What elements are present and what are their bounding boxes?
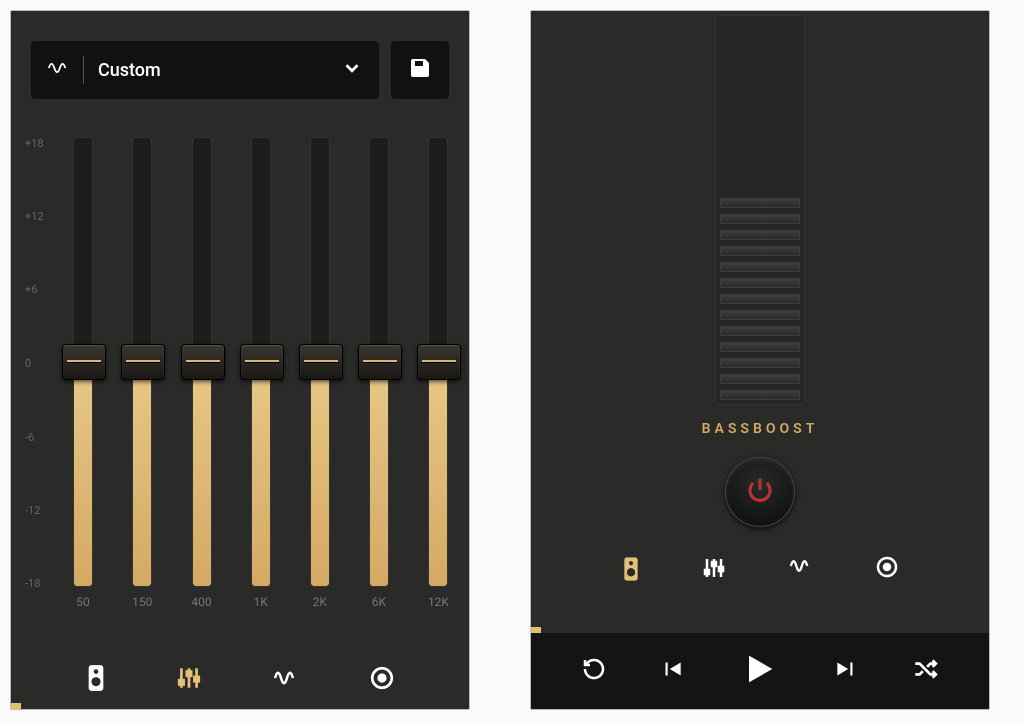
dial-icon[interactable] [875,555,899,587]
playback-bar [531,633,989,709]
speaker-icon[interactable] [621,555,641,587]
bassboost-label: BASSBOOST [702,421,819,437]
save-preset-button[interactable] [391,41,449,99]
chevron-down-icon [341,57,363,83]
equalizer-area: +18 +12 +6 0 -6 -12 -18 50 150 [25,137,455,615]
freq-label: 12K [428,595,449,609]
eq-slider-12k[interactable] [428,137,448,587]
save-icon [408,56,432,84]
freq-label: 2K [313,595,327,609]
bottom-nav [531,555,989,587]
scale-tick: +18 [25,137,44,150]
sliders-icon[interactable] [702,555,726,587]
speaker-icon[interactable] [85,663,107,697]
eq-slider-150[interactable] [132,137,152,587]
freq-label: 50 [76,595,90,609]
scale-tick: +6 [25,283,37,296]
shuffle-button[interactable] [912,656,938,686]
scale-tick: -6 [25,431,34,444]
scale-tick: +12 [25,210,44,223]
preset-label: Custom [98,60,341,81]
power-button[interactable] [725,457,795,527]
wave-icon[interactable] [270,666,300,694]
eq-slider-50[interactable] [73,137,93,587]
slider-group: 50 150 400 1K 2K 6K [67,137,455,615]
repeat-button[interactable] [582,657,606,685]
wave-icon [47,57,69,83]
equalizer-screen: Custom +18 +12 +6 0 -6 -12 -18 [10,10,470,710]
scale-tick: 0 [25,357,31,370]
divider [83,56,84,84]
freq-label: 6K [372,595,386,609]
bassboost-screen: BASSBOOST [530,10,990,710]
bassboost-slider[interactable] [715,15,805,405]
eq-slider-400[interactable] [192,137,212,587]
bottom-nav [11,663,469,697]
dial-icon[interactable] [369,665,395,695]
freq-label: 400 [191,595,211,609]
scale-column: +18 +12 +6 0 -6 -12 -18 [25,137,67,615]
play-button[interactable] [739,649,779,693]
eq-slider-1k[interactable] [251,137,271,587]
power-icon [745,475,775,509]
previous-button[interactable] [659,656,685,686]
freq-label: 1K [254,595,268,609]
scale-tick: -18 [25,577,40,590]
sliders-icon[interactable] [176,664,202,696]
wave-icon[interactable] [786,555,814,587]
scale-tick: -12 [25,504,40,517]
preset-dropdown[interactable]: Custom [31,41,379,99]
freq-label: 150 [132,595,152,609]
next-button[interactable] [833,656,859,686]
eq-slider-2k[interactable] [310,137,330,587]
position-marker [11,703,21,709]
eq-slider-6k[interactable] [369,137,389,587]
